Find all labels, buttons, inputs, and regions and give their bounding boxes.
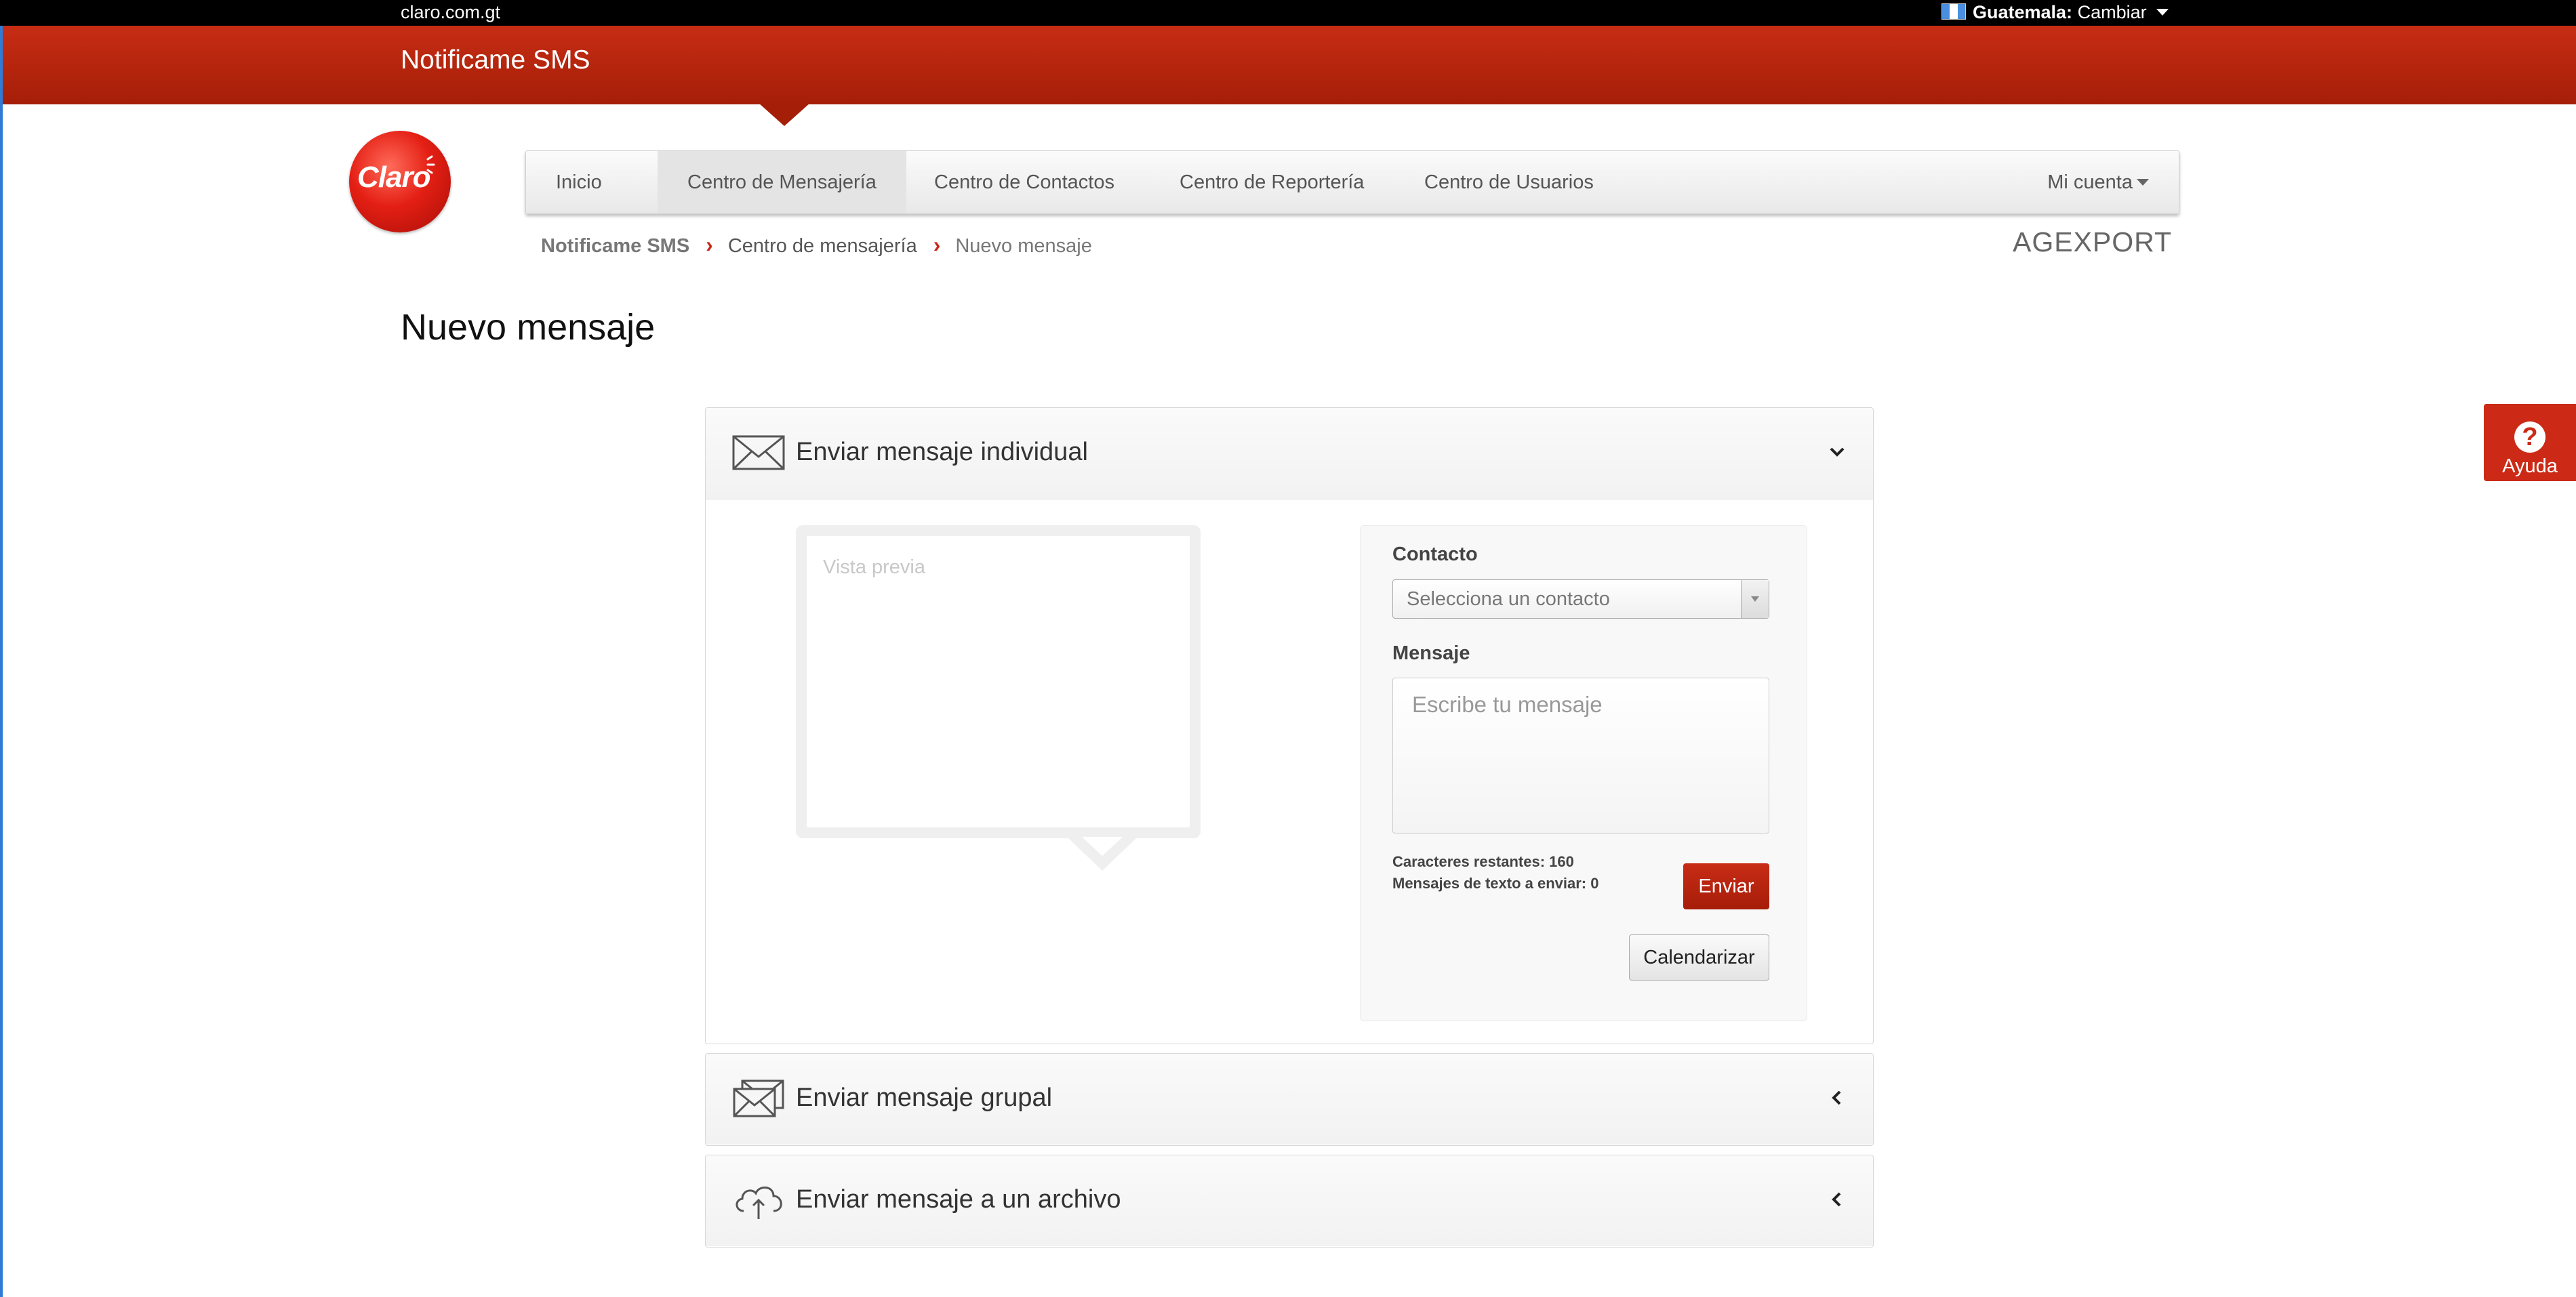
envelope-icon — [732, 435, 785, 470]
schedule-button[interactable]: Calendarizar — [1629, 934, 1769, 981]
message-placeholder: Escribe tu mensaje — [1412, 692, 1603, 717]
message-preview: Vista previa — [796, 525, 1201, 871]
chars-remaining: Caracteres restantes: 160 — [1392, 853, 1574, 870]
breadcrumb-section[interactable]: Centro de mensajería — [728, 235, 917, 257]
contact-select-value: Selecciona un contacto — [1407, 588, 1610, 610]
window-edge — [0, 104, 3, 1297]
app-title: Notificame SMS — [401, 45, 590, 75]
message-textarea[interactable]: Escribe tu mensaje — [1392, 678, 1769, 833]
envelopes-icon — [733, 1079, 784, 1117]
chevron-right-icon: › — [706, 232, 713, 257]
chevron-down-icon[interactable] — [1827, 442, 1847, 462]
main-navigation: Inicio Centro de Mensajería Centro de Co… — [525, 150, 2179, 214]
message-counters: Caracteres restantes: 160 Mensajes de te… — [1392, 851, 1598, 894]
country-label: Guatemala: — [1973, 2, 2073, 22]
logo-rays-icon — [426, 155, 435, 174]
country-selector[interactable]: Guatemala: Cambiar — [1941, 1, 2169, 23]
message-label: Mensaje — [1392, 642, 1470, 664]
chevron-right-icon: › — [933, 232, 941, 257]
panel-group-message: Enviar mensaje grupal — [705, 1053, 1874, 1146]
preview-tail-inner — [1082, 837, 1123, 856]
nav-item-inicio[interactable]: Inicio — [526, 151, 632, 213]
panel-file-header[interactable]: Enviar mensaje a un archivo — [706, 1155, 1873, 1246]
account-label: Mi cuenta — [2047, 171, 2133, 193]
site-link[interactable]: claro.com.gt — [401, 1, 500, 23]
breadcrumb-root[interactable]: Notificame SMS — [541, 235, 689, 257]
panel-individual-title: Enviar mensaje individual — [796, 438, 1088, 466]
panel-group-header[interactable]: Enviar mensaje grupal — [706, 1054, 1873, 1145]
nav-item-reporteria[interactable]: Centro de Reportería — [1150, 151, 1394, 213]
caret-down-icon — [1751, 596, 1759, 602]
panel-file-title: Enviar mensaje a un archivo — [796, 1185, 1121, 1214]
question-icon: ? — [2514, 421, 2545, 453]
header-band: Notificame SMS — [0, 26, 2576, 126]
contact-label: Contacto — [1392, 543, 1478, 565]
select-arrow[interactable] — [1741, 580, 1769, 618]
caret-down-icon — [2137, 179, 2149, 186]
page-title: Nuevo mensaje — [401, 307, 656, 348]
panel-individual-header[interactable]: Enviar mensaje individual — [706, 408, 1873, 499]
contact-select[interactable]: Selecciona un contacto — [1392, 579, 1769, 619]
active-section-pointer — [759, 103, 810, 126]
organization-name: AGEXPORT — [2013, 226, 2173, 258]
panel-file-message: Enviar mensaje a un archivo — [705, 1155, 1874, 1248]
chevron-left-icon[interactable] — [1827, 1189, 1847, 1210]
claro-logo[interactable]: Claro — [349, 131, 451, 232]
send-button[interactable]: Enviar — [1683, 863, 1769, 909]
nav-item-mensajeria[interactable]: Centro de Mensajería — [658, 151, 906, 213]
breadcrumb-current: Nuevo mensaje — [955, 235, 1092, 257]
preview-placeholder: Vista previa — [823, 556, 925, 578]
guatemala-flag-icon — [1941, 3, 1966, 20]
logo-text: Claro — [357, 161, 430, 194]
nav-item-usuarios[interactable]: Centro de Usuarios — [1394, 151, 1624, 213]
individual-message-form: Contacto Selecciona un contacto Mensaje … — [1360, 525, 1807, 1021]
nav-item-contactos[interactable]: Centro de Contactos — [904, 151, 1144, 213]
help-button[interactable]: ? Ayuda — [2484, 404, 2576, 481]
chevron-left-icon[interactable] — [1827, 1088, 1847, 1108]
top-bar: claro.com.gt Guatemala: Cambiar — [0, 0, 2576, 26]
help-label: Ayuda — [2502, 455, 2558, 477]
panel-group-title: Enviar mensaje grupal — [796, 1084, 1053, 1112]
caret-down-icon — [2156, 9, 2169, 16]
nav-item-mi-cuenta[interactable]: Mi cuenta — [2017, 151, 2179, 213]
messages-to-send: Mensajes de texto a enviar: 0 — [1392, 875, 1599, 892]
country-change-link[interactable]: Cambiar — [2078, 2, 2147, 22]
cloud-upload-icon — [736, 1187, 782, 1219]
breadcrumb: Notificame SMS › Centro de mensajería › Nuev… — [541, 232, 1092, 258]
panel-individual-message: Enviar mensaje individual Vista previa C… — [705, 407, 1874, 1044]
